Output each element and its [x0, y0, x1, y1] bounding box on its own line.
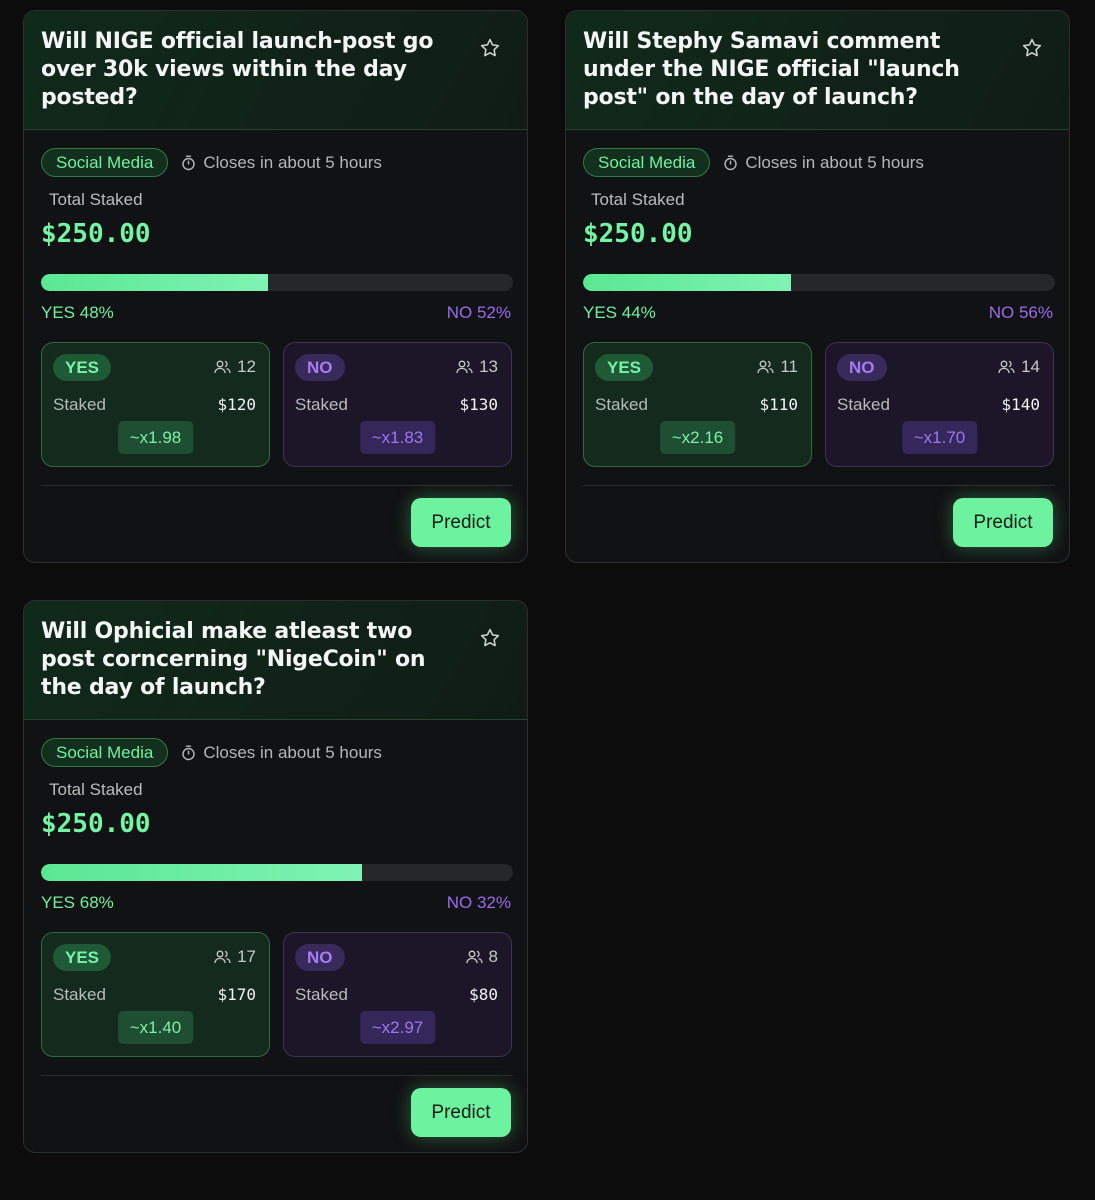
- no-badge: NO: [837, 354, 887, 381]
- yes-percent: YES 44%: [583, 303, 656, 322]
- category-tag[interactable]: Social Media: [583, 148, 711, 177]
- closing-time: Closes in about 5 hours: [181, 153, 382, 173]
- no-staked-value: $80: [469, 985, 498, 1004]
- category-tag[interactable]: Social Media: [41, 148, 169, 177]
- no-multiplier: ~x2.97: [359, 1011, 436, 1044]
- yes-staked-label: Staked: [595, 395, 648, 414]
- star-icon[interactable]: [479, 37, 501, 59]
- predict-button[interactable]: Predict: [411, 498, 511, 547]
- star-icon[interactable]: [1021, 37, 1043, 59]
- users-icon: [465, 950, 483, 964]
- yes-multiplier: ~x1.40: [117, 1011, 194, 1044]
- yes-participant-count: 11: [780, 357, 798, 376]
- no-staked-value: $140: [1001, 395, 1040, 414]
- users-icon: [214, 950, 231, 964]
- yes-multiplier: ~x1.98: [117, 421, 194, 454]
- closing-time-text: Closes in about 5 hours: [203, 742, 382, 762]
- yes-participant-count: 12: [237, 357, 256, 376]
- card-header: Will NIGE official launch-post go over 3…: [24, 11, 527, 130]
- market-card: Will NIGE official launch-post go over 3…: [23, 10, 528, 563]
- odds-progress-fill: [41, 274, 268, 291]
- yes-multiplier: ~x2.16: [659, 421, 736, 454]
- timer-icon: [724, 155, 738, 170]
- predict-button[interactable]: Predict: [953, 498, 1053, 547]
- market-title[interactable]: Will Ophicial make atleast two post corn…: [41, 618, 461, 702]
- users-icon: [456, 360, 473, 374]
- no-participant-count: 14: [1021, 357, 1040, 376]
- yes-staked-label: Staked: [53, 985, 106, 1004]
- yes-badge: YES: [53, 944, 112, 971]
- timer-icon: [182, 155, 196, 170]
- no-option-box[interactable]: NO 8 Staked $80 ~x2.97: [283, 932, 512, 1057]
- total-staked-label: Total Staked: [49, 190, 143, 209]
- card-header: Will Ophicial make atleast two post corn…: [24, 601, 527, 720]
- no-badge: NO: [295, 944, 345, 971]
- no-multiplier: ~x1.83: [359, 421, 436, 454]
- closing-time-text: Closes in about 5 hours: [745, 152, 924, 172]
- yes-participant-count: 17: [237, 947, 256, 966]
- yes-badge: YES: [595, 354, 654, 381]
- yes-staked-label: Staked: [53, 395, 106, 414]
- category-tag[interactable]: Social Media: [41, 738, 169, 767]
- no-participants: 13: [456, 357, 498, 377]
- odds-progress-bar: [583, 274, 1055, 291]
- yes-staked-value: $110: [759, 395, 798, 414]
- yes-participants: 11: [757, 357, 798, 377]
- card-divider: [41, 485, 513, 486]
- no-staked-label: Staked: [837, 395, 890, 414]
- market-card: Will Stephy Samavi comment under the NIG…: [565, 10, 1070, 563]
- closing-time: Closes in about 5 hours: [181, 743, 382, 763]
- card-divider: [41, 1075, 513, 1076]
- yes-percent: YES 48%: [41, 303, 114, 322]
- no-participant-count: 13: [479, 357, 498, 376]
- odds-progress-bar: [41, 864, 513, 881]
- no-multiplier: ~x1.70: [901, 421, 978, 454]
- market-meta: Social Media Closes in about 5 hours: [583, 147, 924, 178]
- no-participants: 14: [998, 357, 1040, 377]
- no-percent: NO 56%: [988, 303, 1053, 322]
- no-badge: NO: [295, 354, 345, 381]
- total-staked-value: $250.00: [41, 809, 151, 839]
- yes-participants: 12: [214, 357, 256, 377]
- yes-percent: YES 68%: [41, 893, 114, 912]
- yes-staked-value: $120: [217, 395, 256, 414]
- no-participants: 8: [465, 947, 498, 967]
- no-option-box[interactable]: NO 13 Staked $130 ~x1.83: [283, 342, 512, 467]
- total-staked-label: Total Staked: [49, 780, 143, 799]
- card-header: Will Stephy Samavi comment under the NIG…: [566, 11, 1069, 130]
- users-icon: [998, 360, 1015, 374]
- star-icon[interactable]: [479, 627, 501, 649]
- no-participant-count: 8: [488, 947, 498, 966]
- no-staked-label: Staked: [295, 985, 348, 1004]
- users-icon: [757, 360, 774, 374]
- total-staked-value: $250.00: [41, 219, 151, 249]
- market-meta: Social Media Closes in about 5 hours: [41, 147, 382, 178]
- yes-option-box[interactable]: YES 12 Staked $120 ~x1.98: [41, 342, 270, 467]
- closing-time-text: Closes in about 5 hours: [203, 152, 382, 172]
- total-staked-label: Total Staked: [591, 190, 685, 209]
- no-percent: NO 52%: [446, 303, 511, 322]
- closing-time: Closes in about 5 hours: [723, 153, 924, 173]
- total-staked-value: $250.00: [583, 219, 693, 249]
- no-option-box[interactable]: NO 14 Staked $140 ~x1.70: [825, 342, 1054, 467]
- predict-button[interactable]: Predict: [411, 1088, 511, 1137]
- market-meta: Social Media Closes in about 5 hours: [41, 737, 382, 768]
- yes-staked-value: $170: [217, 985, 256, 1004]
- no-staked-value: $130: [459, 395, 498, 414]
- yes-option-box[interactable]: YES 11 Staked $110 ~x2.16: [583, 342, 812, 467]
- no-staked-label: Staked: [295, 395, 348, 414]
- odds-progress-bar: [41, 274, 513, 291]
- market-card: Will Ophicial make atleast two post corn…: [23, 600, 528, 1153]
- market-title[interactable]: Will Stephy Samavi comment under the NIG…: [583, 28, 1003, 112]
- market-title[interactable]: Will NIGE official launch-post go over 3…: [41, 28, 461, 112]
- timer-icon: [182, 745, 196, 760]
- card-divider: [583, 485, 1055, 486]
- no-percent: NO 32%: [446, 893, 511, 912]
- yes-participants: 17: [214, 947, 256, 967]
- odds-progress-fill: [41, 864, 362, 881]
- odds-progress-fill: [583, 274, 791, 291]
- users-icon: [214, 360, 231, 374]
- yes-badge: YES: [53, 354, 112, 381]
- yes-option-box[interactable]: YES 17 Staked $170 ~x1.40: [41, 932, 270, 1057]
